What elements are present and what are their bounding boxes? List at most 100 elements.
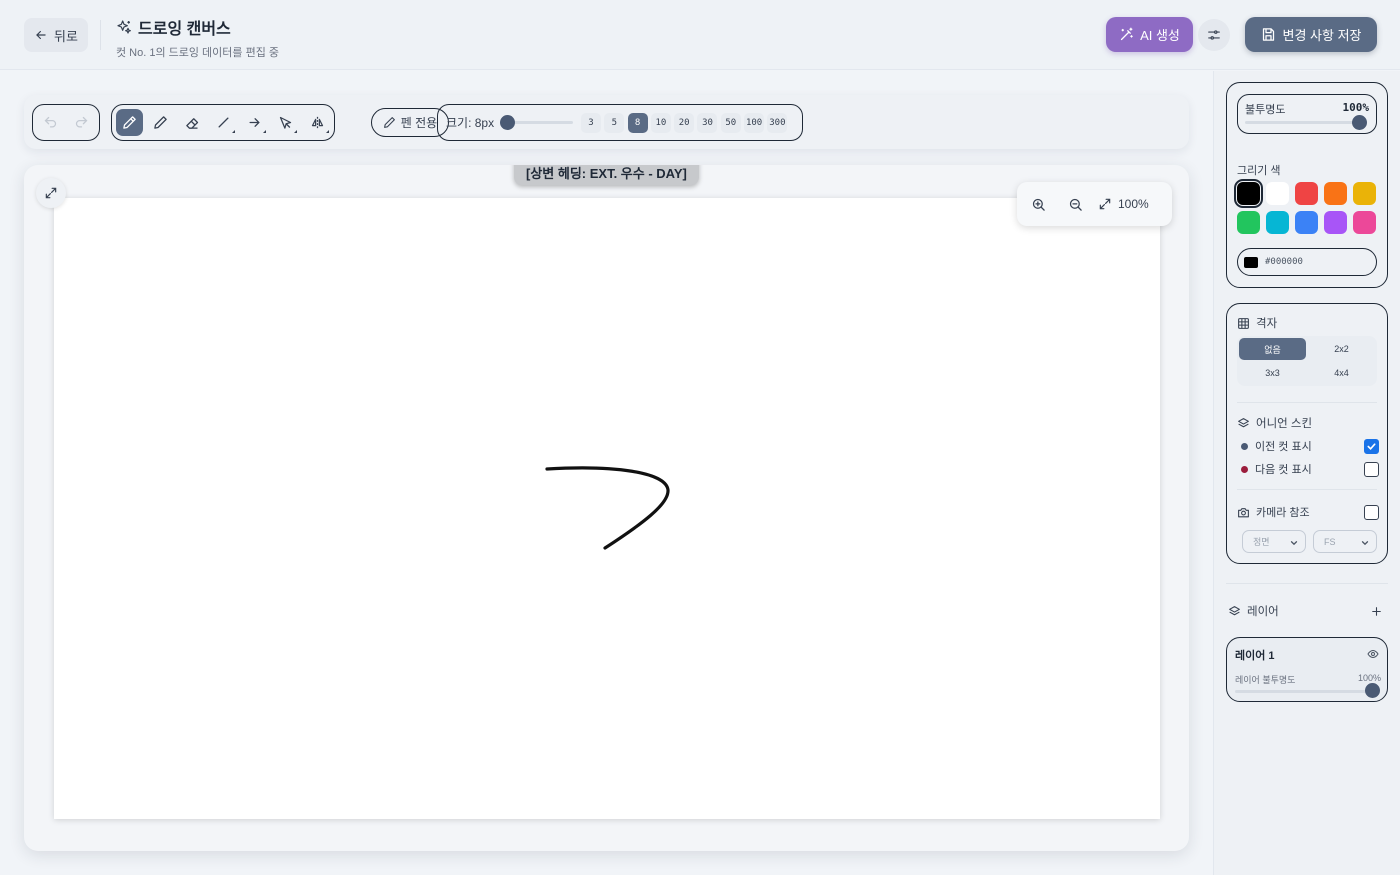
page-subtitle: 컷 No. 1의 드로잉 데이터를 편집 중 — [116, 47, 280, 59]
brush-size-slider[interactable] — [500, 115, 573, 130]
grid-option-3x3[interactable]: 3x3 — [1239, 362, 1306, 384]
opacity-label: 불투명도 — [1245, 104, 1286, 116]
prev-cut-checkbox[interactable] — [1364, 438, 1379, 454]
swatch-red[interactable] — [1295, 182, 1318, 205]
eraser-icon — [185, 115, 200, 130]
zoom-in-icon — [1032, 198, 1045, 211]
submenu-indicator — [263, 130, 267, 133]
redo-button[interactable] — [68, 109, 95, 136]
size-preset-30[interactable]: 30 — [697, 112, 718, 133]
mirror-tool-button[interactable] — [304, 109, 331, 136]
layer-item[interactable]: 레이어 1 레이어 불투명도 100% — [1226, 637, 1388, 702]
save-changes-button[interactable]: 변경 사항 저장 — [1245, 17, 1377, 52]
ai-generate-label: AI 생성 — [1140, 28, 1180, 43]
layers-icon — [1228, 605, 1241, 618]
drawn-stroke — [545, 466, 670, 550]
save-icon — [1261, 27, 1276, 42]
properties-panel: 불투명도 100% 그리기 색 #000000 격자 없음 2x2 3x3 4x… — [1213, 71, 1400, 875]
camera-icon — [1237, 506, 1250, 519]
size-preset-10[interactable]: 10 — [650, 112, 671, 133]
current-color-chip[interactable] — [1244, 256, 1258, 268]
arrow-left-icon — [34, 28, 48, 42]
swatch-orange[interactable] — [1324, 182, 1347, 205]
layers-title: 레이어 — [1247, 606, 1279, 618]
section-divider — [1226, 583, 1388, 584]
magic-wand-icon — [1119, 27, 1134, 42]
layers-header: 레이어 — [1228, 601, 1388, 621]
redo-icon — [74, 115, 89, 130]
onion-skin-title: 어니언 스킨 — [1237, 415, 1312, 431]
settings-sliders-button[interactable] — [1198, 19, 1230, 51]
layer-opacity-slider-handle[interactable] — [1365, 683, 1380, 698]
arrow-right-icon — [247, 115, 262, 130]
brush-icon — [122, 115, 137, 130]
drawing-canvas[interactable] — [54, 198, 1160, 819]
size-preset-8[interactable]: 8 — [627, 112, 648, 133]
prev-cut-toggle[interactable]: 이전 컷 표시 — [1241, 438, 1379, 454]
title-block: 드로잉 캔버스 컷 No. 1의 드로잉 데이터를 편집 중 — [116, 15, 279, 60]
submenu-indicator — [325, 130, 329, 133]
swatch-blue[interactable] — [1295, 211, 1318, 234]
size-preset-300[interactable]: 300 — [767, 112, 788, 133]
back-button[interactable]: 뒤로 — [24, 18, 88, 52]
line-icon — [216, 115, 231, 130]
swatch-yellow[interactable] — [1353, 182, 1376, 205]
zoom-reset-button[interactable]: 100% — [1098, 197, 1149, 211]
brush-size-slider-handle[interactable] — [500, 115, 515, 130]
layer-opacity-slider[interactable] — [1235, 690, 1373, 693]
zoom-level: 100% — [1118, 197, 1149, 211]
swatch-green[interactable] — [1237, 211, 1260, 234]
add-layer-button[interactable] — [1364, 599, 1388, 623]
grid-option-2x2[interactable]: 2x2 — [1308, 338, 1375, 360]
camera-shot-select[interactable]: FS — [1313, 530, 1377, 553]
submenu-indicator — [231, 130, 235, 133]
opacity-slider-handle[interactable] — [1352, 115, 1367, 130]
zoom-out-icon — [1069, 198, 1082, 211]
eraser-tool-button[interactable] — [179, 109, 206, 136]
arrow-tool-button[interactable] — [241, 109, 268, 136]
swatch-white[interactable] — [1266, 182, 1289, 205]
swatch-black[interactable] — [1234, 179, 1263, 208]
onion-skin-label: 어니언 스킨 — [1256, 418, 1313, 430]
color-swatches — [1234, 179, 1379, 234]
line-tool-button[interactable] — [210, 109, 237, 136]
swatch-purple[interactable] — [1324, 211, 1347, 234]
grid-option-4x4[interactable]: 4x4 — [1308, 362, 1375, 384]
undo-button[interactable] — [37, 109, 64, 136]
fullscreen-button[interactable] — [36, 178, 66, 208]
ai-generate-button[interactable]: AI 생성 — [1106, 17, 1193, 52]
chevron-down-icon — [1290, 541, 1298, 546]
section-divider — [1237, 402, 1377, 403]
opacity-slider[interactable] — [1245, 121, 1367, 124]
camera-reference-checkbox[interactable] — [1364, 504, 1379, 520]
pencil-tool-button[interactable] — [147, 109, 174, 136]
zoom-in-button[interactable] — [1031, 197, 1068, 212]
grid-option-none[interactable]: 없음 — [1239, 338, 1306, 360]
next-cut-toggle[interactable]: 다음 컷 표시 — [1241, 461, 1379, 477]
swatch-cyan[interactable] — [1266, 211, 1289, 234]
size-preset-50[interactable]: 50 — [720, 112, 741, 133]
swatch-pink[interactable] — [1353, 211, 1376, 234]
size-preset-5[interactable]: 5 — [604, 112, 625, 133]
size-preset-20[interactable]: 20 — [674, 112, 695, 133]
hex-color-input[interactable]: #000000 — [1237, 248, 1377, 276]
layer-visibility-toggle[interactable] — [1367, 648, 1379, 660]
camera-angle-select[interactable]: 정면 — [1242, 530, 1306, 553]
camera-reference-label: 카메라 참조 — [1256, 507, 1310, 519]
zoom-out-button[interactable] — [1068, 197, 1098, 212]
guides-section: 격자 없음 2x2 3x3 4x4 어니언 스킨 이전 컷 표시 다음 컷 표시 — [1226, 303, 1388, 564]
flip-horizontal-icon — [310, 115, 325, 130]
next-cut-checkbox[interactable] — [1364, 461, 1379, 477]
grid-icon — [1237, 317, 1250, 330]
size-preset-100[interactable]: 100 — [744, 112, 765, 133]
next-cut-color-dot — [1241, 465, 1248, 473]
tool-group — [111, 104, 335, 141]
brush-properties-section: 불투명도 100% 그리기 색 #000000 — [1226, 82, 1388, 288]
select-tool-button[interactable] — [272, 109, 299, 136]
camera-reference-toggle[interactable]: 카메라 참조 — [1237, 504, 1379, 520]
brush-tool-button[interactable] — [116, 109, 143, 136]
page-title: 드로잉 캔버스 — [138, 21, 231, 38]
size-preset-3[interactable]: 3 — [581, 112, 601, 133]
pen-only-label: 펜 전용 — [400, 116, 438, 130]
opacity-value: 100% — [1342, 101, 1370, 114]
